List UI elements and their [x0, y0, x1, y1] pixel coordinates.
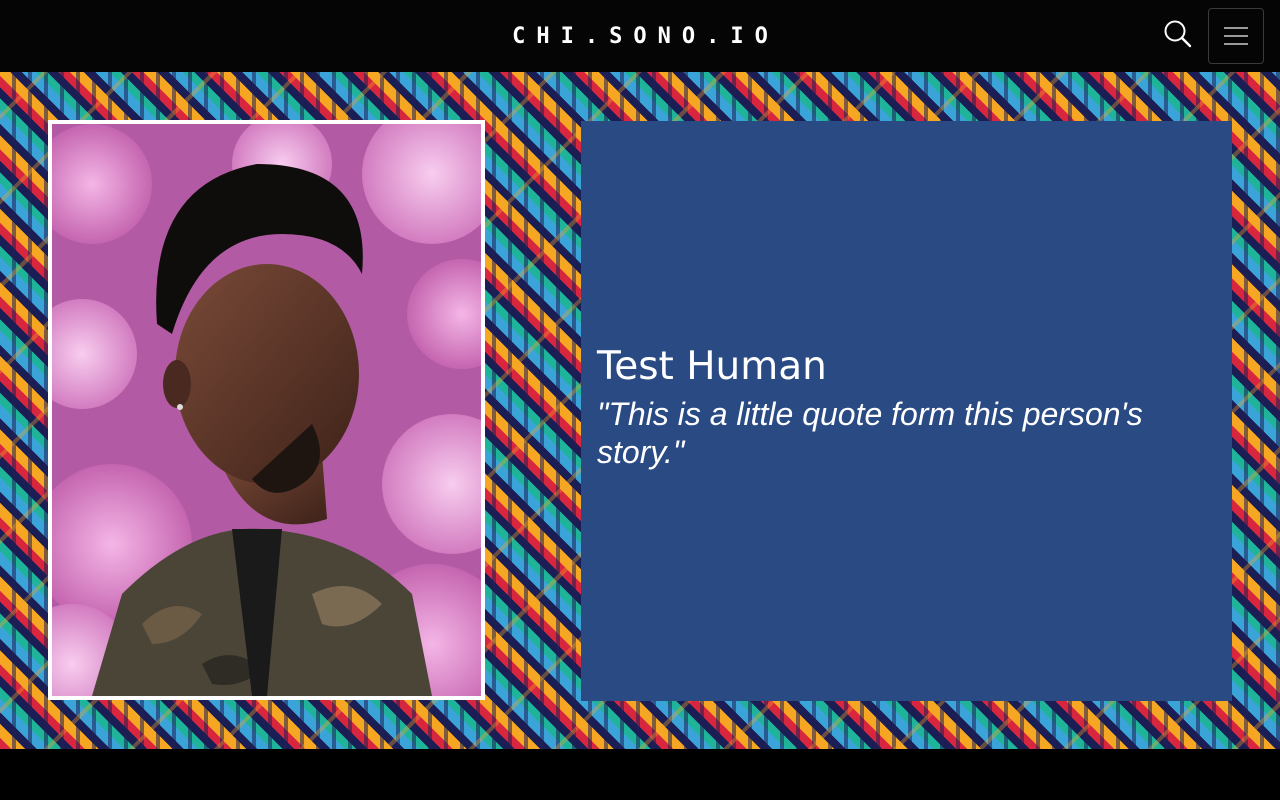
portrait-photo	[48, 120, 485, 700]
story-card: Test Human "This is a little quote form …	[581, 121, 1232, 701]
portrait-illustration	[52, 124, 481, 696]
person-name: Test Human	[597, 344, 827, 389]
hero-pattern-background: Test Human "This is a little quote form …	[0, 72, 1280, 749]
search-button[interactable]	[1160, 16, 1196, 52]
brand-logo[interactable]: CHI.SONO.IO	[0, 0, 1280, 72]
person-quote: "This is a little quote form this person…	[597, 396, 1143, 470]
hamburger-menu-icon	[1224, 27, 1248, 45]
search-icon	[1164, 20, 1192, 48]
navbar: CHI.SONO.IO	[0, 0, 1280, 72]
menu-toggle-button[interactable]	[1208, 8, 1264, 64]
